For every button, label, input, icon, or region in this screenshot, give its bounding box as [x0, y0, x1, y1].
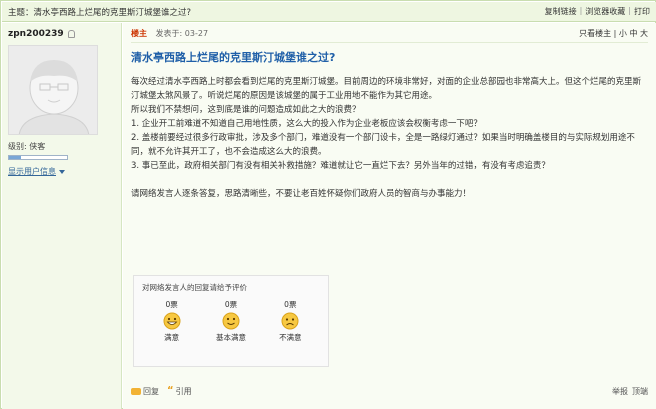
separator: |: [628, 6, 631, 15]
copy-link-button[interactable]: 复制链接: [545, 6, 577, 17]
sad-face-icon: [281, 312, 299, 330]
post-paragraph: 2. 盖楼前要经过很多行政审批，涉及多个部门，难道没有一个部门设卡，全是一路绿灯…: [131, 133, 635, 157]
topic-bar: 主题：清水亭西路上烂尾的克里斯汀城堡谁之过? 复制链接 | 浏览器收藏 | 打印: [2, 2, 656, 22]
post-content: 每次经过清水亭西路上时都会看到烂尾的克里斯汀城堡。目前周边的环境非常好，对面的企…: [131, 75, 648, 201]
user-icon: [67, 30, 75, 38]
post-footer-actions: 回复 “ 引用: [131, 386, 192, 397]
post-meta-left: 楼主 发表于: 03-27: [131, 28, 208, 39]
rating-title: 对网络发言人的回复请给予评价: [142, 283, 247, 292]
post-paragraph: 3. 事已至此，政府相关部门有没有相关补救措施？难道就让它一直烂下去？另外当年的…: [131, 161, 550, 171]
report-link[interactable]: 举报: [612, 386, 628, 397]
username-row: zpn200239: [8, 29, 115, 39]
post-frame: 主题：清水亭西路上烂尾的克里斯汀城堡谁之过? 复制链接 | 浏览器收藏 | 打印…: [0, 0, 656, 409]
rating-count: 0票: [284, 300, 297, 309]
post-paragraph: 1. 企业开工前难道不知道自己用地性质，这么大的投入作为企业老板应该会权衡考虑一…: [131, 119, 482, 129]
level-progress-fill: [9, 156, 21, 159]
avatar-illustration-icon: [9, 46, 97, 134]
reply-label: 回复: [143, 386, 159, 396]
divider: [131, 42, 648, 43]
reply-icon: [131, 387, 141, 395]
avatar[interactable]: [8, 45, 98, 135]
rating-option-satisfied[interactable]: 0票 满意: [147, 299, 197, 343]
post-title: 清水亭西路上烂尾的克里斯汀城堡谁之过?: [131, 51, 336, 64]
level-progress-bar: [8, 155, 68, 160]
subject-title-link[interactable]: 清水亭西路上烂尾的克里斯汀城堡谁之过?: [34, 8, 192, 18]
reply-button[interactable]: 回复: [131, 386, 159, 397]
topic-actions: 复制链接 | 浏览器收藏 | 打印: [545, 6, 650, 17]
post-footer: 回复 “ 引用 举报 顶端: [123, 384, 656, 398]
rating-options: 0票 满意 0票 基本满意 0票 不满意: [142, 299, 320, 343]
subject-label: 主题：: [8, 7, 34, 18]
post-paragraph: 请网络发言人逐条答复，思路清晰些，不要让老百姓怀疑你们政府人员的智商与办事能力！: [131, 189, 472, 199]
rating-label: 不满意: [279, 333, 302, 342]
post-paragraph: 每次经过清水亭西路上时都会看到烂尾的克里斯汀城堡。目前周边的环境非常好，对面的企…: [131, 77, 642, 101]
posted-at: 发表于: 03-27: [155, 28, 209, 38]
show-user-info-label: 显示用户信息: [8, 167, 56, 176]
post-footer-right: 举报 顶端: [612, 386, 648, 397]
quote-label: 引用: [175, 386, 192, 396]
quote-icon: “: [167, 385, 174, 396]
rating-option-basically-satisfied[interactable]: 0票 基本满意: [206, 299, 256, 343]
user-sidebar: zpn200239 级别: 侠客 显示用户信息: [2, 23, 122, 409]
rating-option-unsatisfied[interactable]: 0票 不满意: [265, 299, 315, 343]
topic-subject: 主题：清水亭西路上烂尾的克里斯汀城堡谁之过?: [8, 6, 191, 18]
rating-label: 基本满意: [215, 333, 246, 342]
grin-face-icon: [163, 312, 181, 330]
separator: |: [579, 6, 583, 15]
rating-box: 对网络发言人的回复请给予评价 0票 满意 0票 基本满意 0票 不满意: [133, 275, 329, 367]
username[interactable]: zpn200239: [8, 29, 64, 39]
quote-button[interactable]: “ 引用: [167, 386, 192, 397]
view-options[interactable]: 只看楼主 | 小 中 大: [579, 28, 648, 39]
post-main: 楼主 发表于: 03-27 只看楼主 | 小 中 大 清水亭西路上烂尾的克里斯汀…: [123, 23, 656, 409]
show-user-info-link[interactable]: 显示用户信息: [8, 166, 115, 177]
lz-badge: 楼主: [131, 28, 147, 38]
print-button[interactable]: 打印: [634, 6, 650, 17]
browser-bookmark-button[interactable]: 浏览器收藏: [585, 6, 625, 17]
post-meta-bar: 楼主 发表于: 03-27 只看楼主 | 小 中 大: [131, 27, 648, 39]
rating-label: 满意: [164, 333, 180, 342]
post-paragraph: 所以我们不禁想问，这到底是谁的问题造成如此之大的浪费？: [131, 105, 361, 115]
rating-count: 0票: [165, 300, 178, 309]
top-link[interactable]: 顶端: [632, 386, 648, 397]
chevron-down-icon: [59, 169, 65, 174]
user-level: 级别: 侠客: [8, 142, 46, 151]
smile-face-icon: [222, 312, 240, 330]
rating-count: 0票: [224, 300, 238, 309]
